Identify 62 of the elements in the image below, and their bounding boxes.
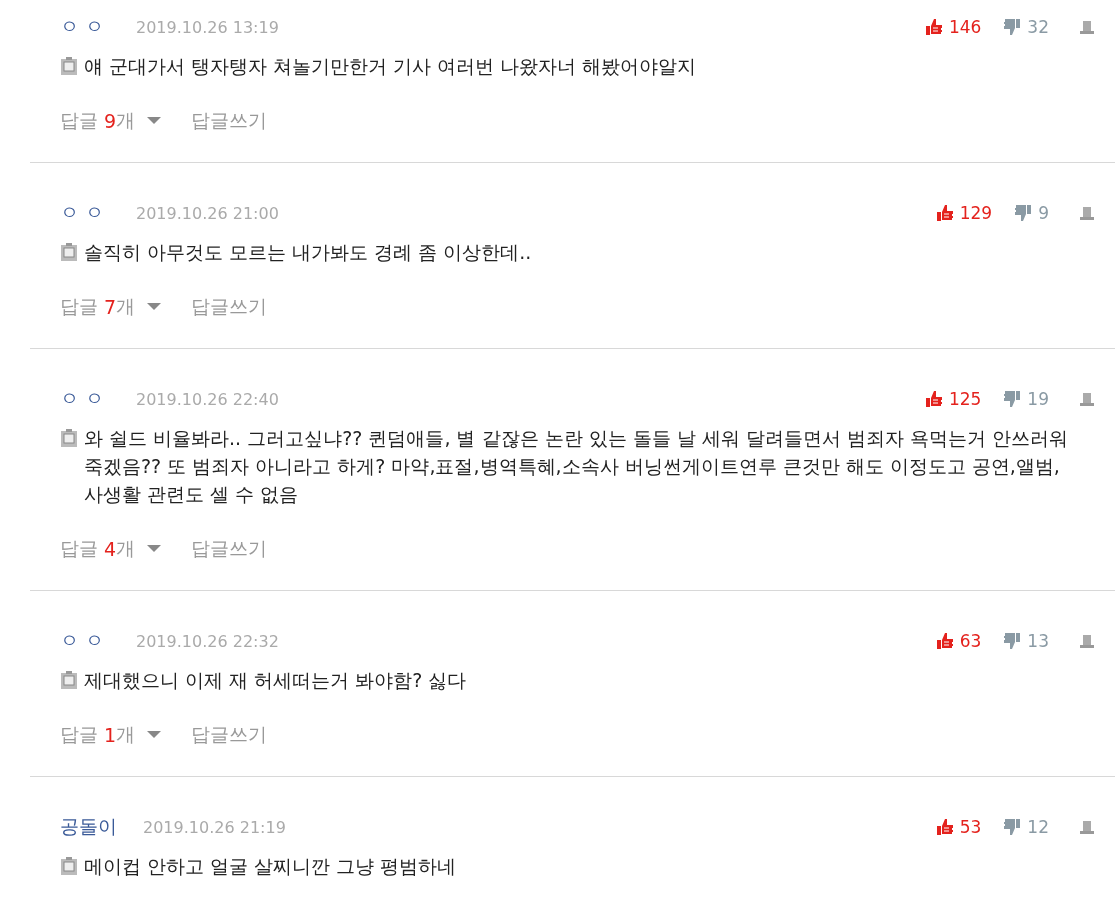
like-button[interactable]: 129 bbox=[935, 203, 993, 223]
thumbs-down-icon bbox=[1014, 204, 1033, 222]
report-icon bbox=[1079, 19, 1095, 35]
thumbs-down-icon bbox=[1003, 18, 1022, 36]
comment-text: 얘 군대가서 탱자탱자 쳐놀기만한거 기사 여러번 나왔자너 해봤어야알지 bbox=[84, 54, 697, 79]
comment-icon bbox=[60, 671, 78, 690]
comment-date: 2019.10.26 22:32 bbox=[136, 631, 279, 651]
comment-text: 솔직히 아무것도 모르는 내가봐도 경례 좀 이상한데.. bbox=[84, 240, 532, 265]
report-button[interactable] bbox=[1079, 205, 1095, 221]
replies-toggle[interactable]: 답글 9개 bbox=[60, 108, 162, 134]
thumbs-up-icon bbox=[924, 18, 943, 36]
comment-icon bbox=[60, 57, 78, 76]
comment-date: 2019.10.26 21:00 bbox=[136, 203, 279, 223]
write-reply-button[interactable]: 답글쓰기 bbox=[191, 722, 268, 748]
thumbs-up-icon bbox=[935, 204, 954, 222]
comment-date: 2019.10.26 13:19 bbox=[136, 17, 279, 37]
thumbs-down-icon bbox=[1003, 818, 1022, 836]
author-name: ㅇㅇ bbox=[60, 386, 110, 411]
author-name: ㅇㅇ bbox=[60, 14, 110, 39]
report-button[interactable] bbox=[1079, 391, 1095, 407]
dislike-button[interactable]: 19 bbox=[1003, 389, 1049, 409]
report-icon bbox=[1079, 205, 1095, 221]
thumbs-down-icon bbox=[1003, 390, 1022, 408]
like-button[interactable]: 125 bbox=[924, 389, 982, 409]
like-button[interactable]: 63 bbox=[935, 631, 982, 651]
report-button[interactable] bbox=[1079, 633, 1095, 649]
author-name: ㅇㅇ bbox=[60, 200, 110, 225]
replies-toggle[interactable]: 답글 1개 bbox=[60, 722, 162, 748]
dislike-button[interactable]: 32 bbox=[1003, 17, 1049, 37]
like-button[interactable]: 53 bbox=[935, 817, 982, 837]
caret-icon bbox=[147, 731, 162, 739]
thumbs-down-icon bbox=[1003, 632, 1022, 650]
author-name: ㅇㅇ bbox=[60, 628, 110, 653]
dislike-button[interactable]: 12 bbox=[1003, 817, 1049, 837]
replies-toggle[interactable]: 답글 7개 bbox=[60, 294, 162, 320]
dislike-button[interactable]: 13 bbox=[1003, 631, 1049, 651]
comment-text: 제대했으니 이제 재 허세떠는거 봐야함? 싫다 bbox=[84, 668, 467, 693]
like-button[interactable]: 146 bbox=[924, 17, 982, 37]
caret-icon bbox=[147, 545, 162, 553]
comment-icon bbox=[60, 857, 78, 876]
report-icon bbox=[1079, 391, 1095, 407]
comment-icon bbox=[60, 429, 78, 448]
replies-toggle[interactable]: 답글 4개 bbox=[60, 536, 162, 562]
comment-icon bbox=[60, 243, 78, 262]
write-reply-button[interactable]: 답글쓰기 bbox=[191, 108, 268, 134]
dislike-button[interactable]: 9 bbox=[1014, 203, 1049, 223]
report-icon bbox=[1079, 633, 1095, 649]
caret-icon bbox=[147, 117, 162, 125]
comment-date: 2019.10.26 22:40 bbox=[136, 389, 279, 409]
thumbs-up-icon bbox=[924, 390, 943, 408]
report-button[interactable] bbox=[1079, 19, 1095, 35]
comment-text: 와 쉴드 비율봐라.. 그러고싶냐?? 퀸덤애들, 별 같잖은 논란 있는 돌들 날 세워 달려들면서 범죄자 욕먹는거 안쓰러워 죽겠음?? 또 범죄자 아니라고 하게? 마약,표절,병역특혜,소속사 버닝썬게이트연루 큰것만 해도 이정도고 공연,앨범,사생활 관련도 셀 수 없음 bbox=[84, 426, 1069, 507]
thumbs-up-icon bbox=[935, 818, 954, 836]
report-icon bbox=[1079, 819, 1095, 835]
write-reply-button[interactable]: 답글쓰기 bbox=[191, 536, 268, 562]
thumbs-up-icon bbox=[935, 632, 954, 650]
caret-icon bbox=[147, 303, 162, 311]
comment-text: 메이컵 안하고 얼굴 살찌니깐 그냥 평범하네 bbox=[84, 854, 457, 879]
report-button[interactable] bbox=[1079, 819, 1095, 835]
comment-date: 2019.10.26 21:19 bbox=[143, 817, 286, 837]
author-name: 공돌이 bbox=[60, 814, 117, 839]
write-reply-button[interactable]: 답글쓰기 bbox=[191, 294, 268, 320]
